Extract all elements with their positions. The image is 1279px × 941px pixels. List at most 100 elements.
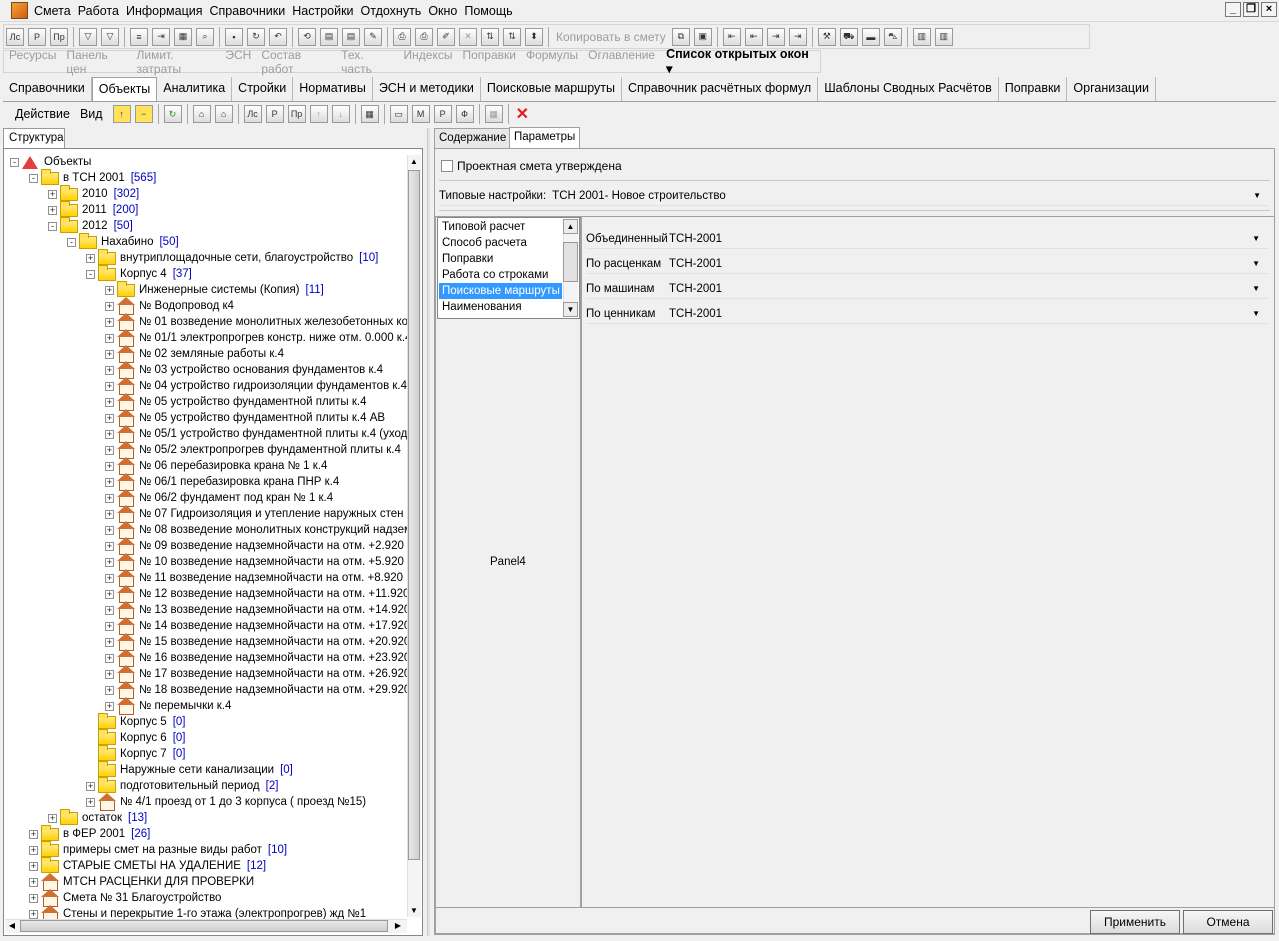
typical-settings-select[interactable]: Типовые настройки: ТСН 2001- Новое строи… [439, 187, 1269, 206]
indent-icon[interactable]: ⇤ [722, 27, 741, 46]
outdent-icon[interactable]: ⇥ [766, 27, 785, 46]
scroll-left-icon[interactable]: ◀ [6, 920, 18, 932]
tree-icon[interactable]: ≡ [130, 27, 148, 46]
search-icon[interactable]: ⌕ [196, 27, 214, 46]
expand-icon[interactable]: + [105, 637, 114, 647]
print-icon[interactable]: ⎙ [393, 27, 411, 46]
expand-icon[interactable]: + [48, 189, 57, 199]
tree-node[interactable]: + № 01/1 электропрогрев констр. ниже отм.… [105, 328, 411, 347]
expand-icon[interactable]: + [105, 365, 114, 375]
tree-connector[interactable] [86, 766, 95, 775]
collapse-icon[interactable]: - [29, 173, 38, 183]
tree-node[interactable]: + № 05/2 электропрогрев фундаментной плит… [105, 440, 401, 459]
expand-icon[interactable]: + [105, 429, 114, 439]
expand-icon[interactable]: + [105, 653, 114, 663]
tree-node[interactable]: + СТАРЫЕ СМЕТЫ НА УДАЛЕНИЕ [12] [29, 856, 266, 874]
tree-node[interactable]: - Нахабино [50] [67, 232, 179, 250]
menu-item[interactable]: Отдохнуть [360, 3, 428, 19]
toolbar-item[interactable]: ЭСН [220, 48, 256, 76]
books2-icon[interactable]: ▥ [934, 27, 953, 46]
close-icon[interactable]: × [1261, 2, 1277, 17]
menu-item[interactable]: Справочники [209, 3, 292, 19]
expand-icon[interactable]: + [105, 525, 114, 535]
expand-icon[interactable]: + [105, 445, 114, 455]
save-icon[interactable]: ▪ [225, 27, 243, 46]
settings-list-item[interactable]: Поправки [442, 251, 493, 267]
filter2-icon[interactable]: ▽ [101, 27, 119, 46]
collapse-icon[interactable]: - [67, 237, 76, 247]
house-add-icon[interactable]: ⌂ [192, 105, 211, 123]
excel-icon[interactable]: ▦ [360, 105, 379, 123]
undo-icon[interactable]: ↶ [269, 27, 287, 46]
tab-item[interactable]: Аналитика [157, 77, 233, 101]
expand-icon[interactable]: + [105, 397, 114, 407]
scroll-up-icon[interactable]: ▲ [408, 155, 420, 169]
arrow-up-icon[interactable]: ↑ [309, 105, 328, 123]
tree-node[interactable]: + № 06/2 фундамент под кран № 1 к.4 [105, 488, 333, 507]
move2-icon[interactable]: ⇅ [503, 27, 521, 46]
tree-connector[interactable] [86, 734, 95, 743]
expand-icon[interactable]: + [105, 685, 114, 695]
param-row[interactable]: Объединенный ТСН-2001 ▼ [586, 230, 1268, 249]
tree-node[interactable]: + № 16 возведение надземнойчасти на отм. … [105, 648, 419, 667]
tree-node[interactable]: + № перемычки к.4 [105, 696, 231, 715]
expand-icon[interactable]: + [105, 573, 114, 583]
indent2-icon[interactable]: ⇤ [744, 27, 763, 46]
estimate-icon[interactable]: Лс [6, 27, 24, 46]
tree-node[interactable]: - в ТСН 2001 [565] [29, 168, 156, 186]
settings-list-item[interactable]: Наименования [442, 299, 522, 315]
toolbar-item[interactable]: Тех. часть [336, 48, 398, 76]
edit-icon[interactable]: ✐ [437, 27, 455, 46]
settings-list-item[interactable]: Работа со строками [442, 267, 548, 283]
toolbar-item[interactable]: Оглавление [583, 48, 660, 76]
rr-icon[interactable]: Р [433, 105, 452, 123]
tab-item[interactable]: Нормативы [293, 77, 373, 101]
tree-node[interactable]: + примеры смет на разные виды работ [10] [29, 840, 287, 858]
expand-icon[interactable]: + [105, 285, 114, 295]
expand-icon[interactable]: + [29, 909, 38, 919]
expand-icon[interactable]: + [105, 589, 114, 599]
recalc-icon[interactable]: ⟲ [298, 27, 316, 46]
expand-icon[interactable]: + [105, 461, 114, 471]
doc-icon[interactable]: ▭ [389, 105, 408, 123]
house-tree-icon[interactable]: ⌂ [214, 105, 233, 123]
truck-icon[interactable]: ⛟ [839, 27, 858, 46]
toolbar-item[interactable]: Поправки [457, 48, 520, 76]
scroll-right-icon[interactable]: ▶ [392, 920, 404, 932]
tree-scroll-thumb[interactable] [408, 170, 420, 860]
expand-icon[interactable]: + [86, 797, 95, 807]
expand-icon[interactable]: + [29, 845, 38, 855]
toolbar-item[interactable]: Состав работ [256, 48, 336, 76]
m29-icon[interactable]: М [411, 105, 430, 123]
settings-list-item[interactable]: Поисковые маршруты [439, 283, 562, 299]
settings-list[interactable]: Типовой расчет Способ расчета Поправки Рабо… [437, 217, 580, 319]
tree-node[interactable]: + № 13 возведение надземнойчасти на отм. … [105, 600, 419, 619]
expand-icon[interactable]: + [105, 301, 114, 311]
tree-node[interactable]: + № 14 возведение надземнойчасти на отм. … [105, 616, 419, 635]
grid-disabled-icon[interactable]: ▦ [484, 105, 503, 123]
expand-icon[interactable]: + [29, 893, 38, 903]
ls-icon[interactable]: Лс [243, 105, 262, 123]
hammer-icon[interactable]: ⚒ [817, 27, 836, 46]
tree-node[interactable]: + № 12 возведение надземнойчасти на отм. … [105, 584, 418, 603]
collapse-icon[interactable]: - [10, 157, 19, 167]
action-menu[interactable]: Действие [3, 107, 76, 121]
expand-icon[interactable]: + [105, 509, 114, 519]
calc-icon[interactable]: ▤ [320, 27, 338, 46]
tree-node[interactable]: + № 11 возведение надземнойчасти на отм. … [105, 568, 414, 587]
calc2-icon[interactable]: ▤ [342, 27, 360, 46]
tree-node[interactable]: + остаток [13] [48, 808, 147, 826]
tree-node[interactable]: + № 03 устройство основания фундаментов к… [105, 360, 383, 379]
tab-item[interactable]: Шаблоны Сводных Расчётов [818, 77, 999, 101]
pr-icon[interactable]: Пр [287, 105, 306, 123]
tab-item[interactable]: Поисковые маршруты [481, 77, 622, 101]
tree-node[interactable]: + Инженерные системы (Копия) [11] [105, 280, 324, 298]
outdent2-icon[interactable]: ⇥ [788, 27, 807, 46]
scroll-down-icon[interactable]: ▼ [408, 904, 420, 918]
splitter[interactable] [427, 128, 430, 936]
expand-icon[interactable]: + [105, 349, 114, 359]
expand-icon[interactable]: + [105, 605, 114, 615]
tree-node[interactable]: + № 05/1 устройство фундаментной плиты к.… [105, 424, 411, 443]
tree-connector[interactable] [86, 718, 95, 727]
expand-icon[interactable]: + [105, 621, 114, 631]
